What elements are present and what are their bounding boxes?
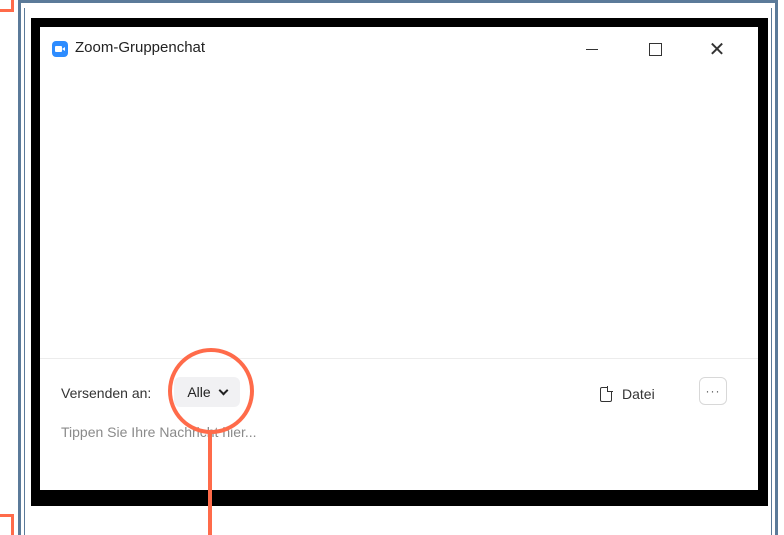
maximize-icon [648, 42, 662, 56]
annotation-pointer-line [208, 432, 212, 535]
message-list [40, 71, 758, 358]
send-to-label: Versenden an: [61, 385, 152, 401]
annotation-corner-bottom [0, 514, 14, 535]
message-input[interactable] [61, 420, 721, 444]
annotation-corner-top [0, 0, 14, 12]
document-icon [600, 385, 613, 402]
chat-window: Zoom-Gruppenchat ✕ Versenden an: Alle Da… [40, 27, 758, 490]
file-button[interactable]: Datei [600, 383, 655, 405]
more-icon: ··· [705, 384, 721, 398]
close-icon: ✕ [708, 37, 726, 61]
annotation-highlight-circle [168, 348, 254, 434]
minimize-button[interactable] [577, 35, 607, 63]
minimize-icon [586, 48, 598, 50]
more-options-button[interactable]: ··· [699, 377, 727, 405]
divider [40, 358, 758, 359]
close-button[interactable]: ✕ [702, 35, 732, 63]
zoom-camera-icon [52, 41, 68, 57]
window-title: Zoom-Gruppenchat [75, 39, 206, 56]
maximize-button[interactable] [640, 35, 670, 63]
file-label: Datei [622, 386, 655, 402]
title-bar: Zoom-Gruppenchat ✕ [40, 27, 758, 71]
